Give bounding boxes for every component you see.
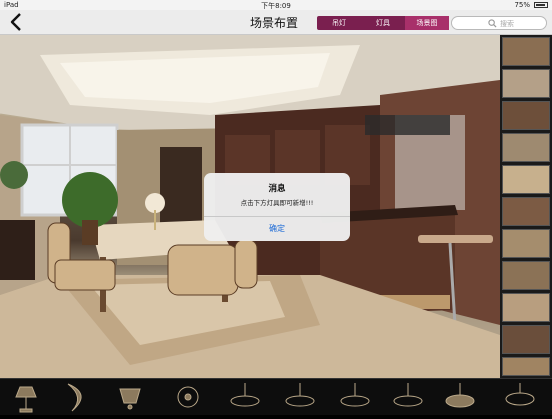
confirm-button[interactable]: 确定: [204, 217, 350, 241]
dialog-message: 点击下方灯具即可新增!!!: [240, 199, 314, 207]
alert-overlay: 消息 点击下方灯具即可新增!!! 确定: [0, 0, 552, 414]
alert-dialog: 消息 点击下方灯具即可新增!!! 确定: [204, 173, 350, 241]
dialog-title: 消息: [268, 184, 286, 194]
